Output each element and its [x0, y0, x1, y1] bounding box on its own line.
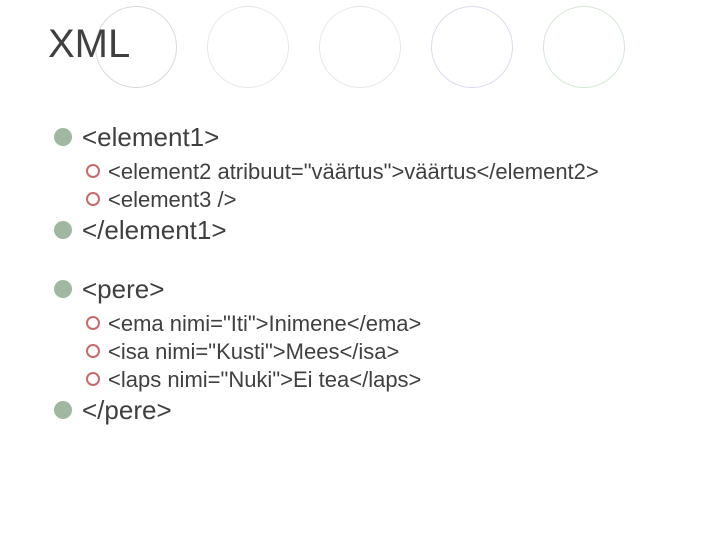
bullet-hollow-icon [86, 316, 100, 330]
bullet-hollow-icon [86, 372, 100, 386]
code-text: <pere> [82, 274, 164, 305]
bullet-solid-icon [54, 280, 72, 298]
circle-decoration [543, 6, 625, 88]
circle-decoration [431, 6, 513, 88]
code-text: <isa nimi="Kusti">Mees</isa> [108, 339, 399, 365]
code-text: </pere> [82, 395, 172, 426]
bullet-solid-icon [54, 221, 72, 239]
code-text: <element3 /> [108, 187, 236, 213]
bullet-solid-icon [54, 128, 72, 146]
bullet-solid-icon [54, 401, 72, 419]
bullet-hollow-icon [86, 192, 100, 206]
circle-decoration [319, 6, 401, 88]
list-item: </element1> [54, 215, 674, 246]
list-item: <ema nimi="Iti">Inimene</ema> [54, 311, 674, 337]
slide-content: <element1> <element2 atribuut="väärtus">… [54, 122, 674, 432]
list-item: <element2 atribuut="väärtus">väärtus</el… [54, 159, 674, 185]
code-text: <element2 atribuut="väärtus">väärtus</el… [108, 159, 599, 185]
code-text: </element1> [82, 215, 227, 246]
list-item: <isa nimi="Kusti">Mees</isa> [54, 339, 674, 365]
code-text: <ema nimi="Iti">Inimene</ema> [108, 311, 421, 337]
code-text: <laps nimi="Nuki">Ei tea</laps> [108, 367, 421, 393]
list-item: </pere> [54, 395, 674, 426]
slide-title: XML [48, 22, 130, 67]
list-item: <element1> [54, 122, 674, 153]
circle-decoration [207, 6, 289, 88]
bullet-hollow-icon [86, 344, 100, 358]
code-text: <element1> [82, 122, 219, 153]
list-item: <pere> [54, 274, 674, 305]
list-item: <element3 /> [54, 187, 674, 213]
list-item: <laps nimi="Nuki">Ei tea</laps> [54, 367, 674, 393]
bullet-hollow-icon [86, 164, 100, 178]
